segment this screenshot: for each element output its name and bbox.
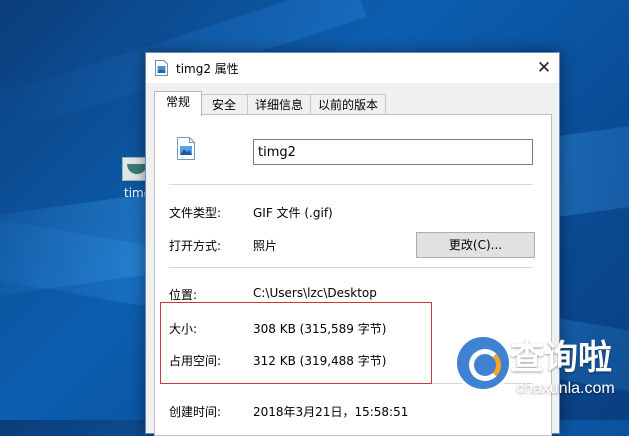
window-title: timg2 属性 (176, 62, 239, 76)
search-logo-icon (454, 334, 512, 392)
watermark-subtitle: chaxunla.com (516, 380, 615, 397)
highlight-box (160, 302, 432, 384)
watermark: 查询啦 chaxunla.com (448, 320, 629, 420)
open-with-label: 打开方式: (169, 239, 222, 253)
open-with-value: 照片 (253, 239, 278, 253)
divider (169, 184, 533, 185)
tab-details[interactable]: 详细信息 (247, 94, 311, 115)
location-value: C:\Users\lzc\Desktop (253, 286, 377, 300)
created-value: 2018年3月21日，15:58:51 (253, 405, 409, 419)
title-bar[interactable]: timg2 属性 ✕ (146, 53, 559, 83)
image-file-icon (155, 60, 168, 76)
file-name-field[interactable]: timg2 (253, 139, 533, 165)
close-icon[interactable]: ✕ (529, 53, 559, 83)
tab-general[interactable]: 常规 (154, 91, 202, 116)
image-file-icon (177, 137, 195, 160)
file-type-value: GIF 文件 (.gif) (253, 206, 333, 220)
watermark-title: 查询啦 (510, 338, 612, 378)
location-label: 位置: (169, 288, 198, 302)
divider (169, 267, 533, 268)
tab-security[interactable]: 安全 (200, 94, 248, 115)
created-label: 创建时间: (169, 405, 222, 419)
change-button[interactable]: 更改(C)... (416, 232, 535, 258)
file-type-label: 文件类型: (169, 206, 222, 220)
tab-previous-versions[interactable]: 以前的版本 (310, 94, 386, 115)
